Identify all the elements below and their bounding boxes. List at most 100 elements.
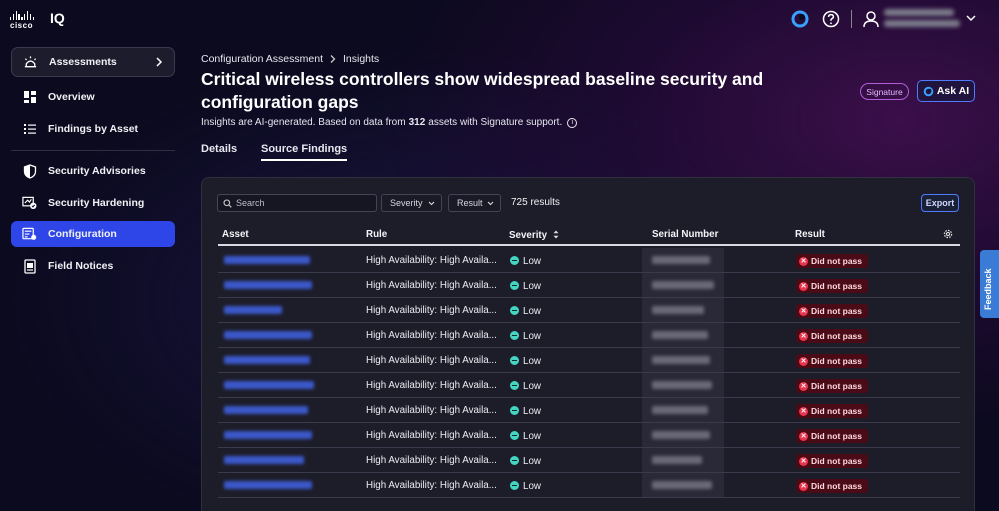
severity-filter-label: Severity xyxy=(390,198,423,208)
serial-number-redacted xyxy=(642,373,724,397)
table-row[interactable]: High Availability: High Availa... Low ✕ Did… xyxy=(218,348,960,373)
cisco-bars-icon xyxy=(10,10,34,20)
asset-link-redacted[interactable] xyxy=(224,456,304,464)
column-settings-gear-icon[interactable] xyxy=(942,228,954,240)
info-icon[interactable]: i xyxy=(567,117,578,128)
rule-cell[interactable]: High Availability: High Availa... xyxy=(366,330,497,341)
severity-filter-dropdown[interactable]: Severity xyxy=(381,194,442,212)
column-header-severity[interactable]: Severity xyxy=(509,229,559,241)
sidebar-item-label: Configuration xyxy=(48,228,117,240)
app-name: IQ xyxy=(50,10,65,26)
user-icon[interactable] xyxy=(861,9,881,29)
breadcrumb-parent[interactable]: Configuration Assessment xyxy=(201,53,323,65)
ai-spark-icon xyxy=(923,86,934,96)
result-badge: ✕ Did not pass xyxy=(796,454,869,468)
table-row[interactable]: High Availability: High Availa... Low ✕ Did… xyxy=(218,323,960,348)
cisco-logo[interactable]: cisco IQ xyxy=(10,10,65,30)
rule-cell[interactable]: High Availability: High Availa... xyxy=(366,480,497,491)
sidebar-item-configuration[interactable]: Configuration xyxy=(11,221,175,247)
sidebar-item-field-notices[interactable]: Field Notices xyxy=(11,253,175,279)
fail-x-icon: ✕ xyxy=(799,456,808,466)
list-icon xyxy=(22,122,37,137)
search-input[interactable]: Search xyxy=(217,194,377,212)
asset-link-redacted[interactable] xyxy=(224,306,282,314)
asset-link-redacted[interactable] xyxy=(224,406,308,414)
serial-number-redacted xyxy=(642,348,724,372)
table-row[interactable]: High Availability: High Availa... Low ✕ Did… xyxy=(218,298,960,323)
sidebar-item-findings-by-asset[interactable]: Findings by Asset xyxy=(11,116,175,142)
severity-low-icon xyxy=(510,481,519,490)
serial-number-redacted xyxy=(642,248,724,272)
rule-cell[interactable]: High Availability: High Availa... xyxy=(366,430,497,441)
column-header-serial-number[interactable]: Serial Number xyxy=(652,229,718,240)
table-row[interactable]: High Availability: High Availa... Low ✕ Did… xyxy=(218,473,960,498)
result-badge: ✕ Did not pass xyxy=(796,354,869,368)
asset-link-redacted[interactable] xyxy=(224,356,310,364)
table-row[interactable]: High Availability: High Availa... Low ✕ Did… xyxy=(218,423,960,448)
result-filter-label: Result xyxy=(457,198,483,208)
rule-cell[interactable]: High Availability: High Availa... xyxy=(366,280,497,291)
feedback-tab[interactable]: Feedback xyxy=(980,250,999,318)
fail-x-icon: ✕ xyxy=(799,256,808,266)
table-row[interactable]: High Availability: High Availa... Low ✕ Did… xyxy=(218,448,960,473)
rule-cell[interactable]: High Availability: High Availa... xyxy=(366,455,497,466)
severity-cell: Low xyxy=(510,255,541,267)
rule-cell[interactable]: High Availability: High Availa... xyxy=(366,355,497,366)
tab-source-findings[interactable]: Source Findings xyxy=(261,143,348,161)
chevron-right-icon xyxy=(156,57,163,67)
asset-link-redacted[interactable] xyxy=(224,431,312,439)
severity-low-icon xyxy=(510,381,519,390)
severity-low-icon xyxy=(510,406,519,415)
search-icon xyxy=(223,198,232,208)
column-header-result[interactable]: Result xyxy=(795,229,825,240)
breadcrumb-current: Insights xyxy=(342,53,380,65)
user-info-redacted[interactable] xyxy=(884,9,960,29)
ai-assistant-icon[interactable] xyxy=(790,9,810,29)
column-header-asset[interactable]: Asset xyxy=(222,229,249,240)
tab-details[interactable]: Details xyxy=(201,143,237,155)
rule-cell[interactable]: High Availability: High Availa... xyxy=(366,255,497,266)
serial-number-redacted xyxy=(642,448,724,472)
severity-low-icon xyxy=(510,456,519,465)
sidebar-item-security-advisories[interactable]: Security Advisories xyxy=(11,158,175,184)
results-count: 725 results xyxy=(511,197,560,208)
topbar-divider xyxy=(851,10,852,28)
rule-cell[interactable]: High Availability: High Availa... xyxy=(366,380,497,391)
chevron-down-icon xyxy=(428,201,435,205)
export-button[interactable]: Export xyxy=(921,194,959,212)
help-icon[interactable] xyxy=(821,9,841,29)
serial-number-redacted xyxy=(642,398,724,422)
asset-link-redacted[interactable] xyxy=(224,256,310,264)
severity-cell: Low xyxy=(510,405,541,417)
sidebar-item-security-hardening[interactable]: Security Hardening xyxy=(11,190,175,216)
severity-cell: Low xyxy=(510,455,541,467)
fail-x-icon: ✕ xyxy=(799,481,808,491)
sort-icon[interactable] xyxy=(553,230,559,239)
fail-x-icon: ✕ xyxy=(799,431,808,441)
asset-link-redacted[interactable] xyxy=(224,481,312,489)
sidebar-item-overview[interactable]: Overview xyxy=(11,84,175,110)
result-badge: ✕ Did not pass xyxy=(796,304,869,318)
asset-link-redacted[interactable] xyxy=(224,331,312,339)
asset-link-redacted[interactable] xyxy=(224,381,314,389)
dashboard-icon xyxy=(22,90,37,105)
sidebar-item-label: Assessments xyxy=(49,56,117,68)
chevron-down-icon[interactable] xyxy=(964,11,978,25)
severity-low-icon xyxy=(510,431,519,440)
fail-x-icon: ✕ xyxy=(799,331,808,341)
severity-low-icon xyxy=(510,356,519,365)
chevron-down-icon xyxy=(487,201,494,205)
sidebar-item-assessments[interactable]: Assessments xyxy=(11,47,175,77)
table-row[interactable]: High Availability: High Availa... Low ✕ Did… xyxy=(218,398,960,423)
table-row[interactable]: High Availability: High Availa... Low ✕ Did… xyxy=(218,248,960,273)
table-row[interactable]: High Availability: High Availa... Low ✕ Did… xyxy=(218,273,960,298)
asset-link-redacted[interactable] xyxy=(224,281,312,289)
result-filter-dropdown[interactable]: Result xyxy=(448,194,501,212)
ask-ai-button[interactable]: Ask AI xyxy=(917,80,975,102)
table-row[interactable]: High Availability: High Availa... Low ✕ Did… xyxy=(218,373,960,398)
rule-cell[interactable]: High Availability: High Availa... xyxy=(366,405,497,416)
column-header-rule[interactable]: Rule xyxy=(366,229,387,240)
serial-number-redacted xyxy=(642,323,724,347)
rule-cell[interactable]: High Availability: High Availa... xyxy=(366,305,497,316)
sidebar-item-label: Field Notices xyxy=(48,260,114,272)
